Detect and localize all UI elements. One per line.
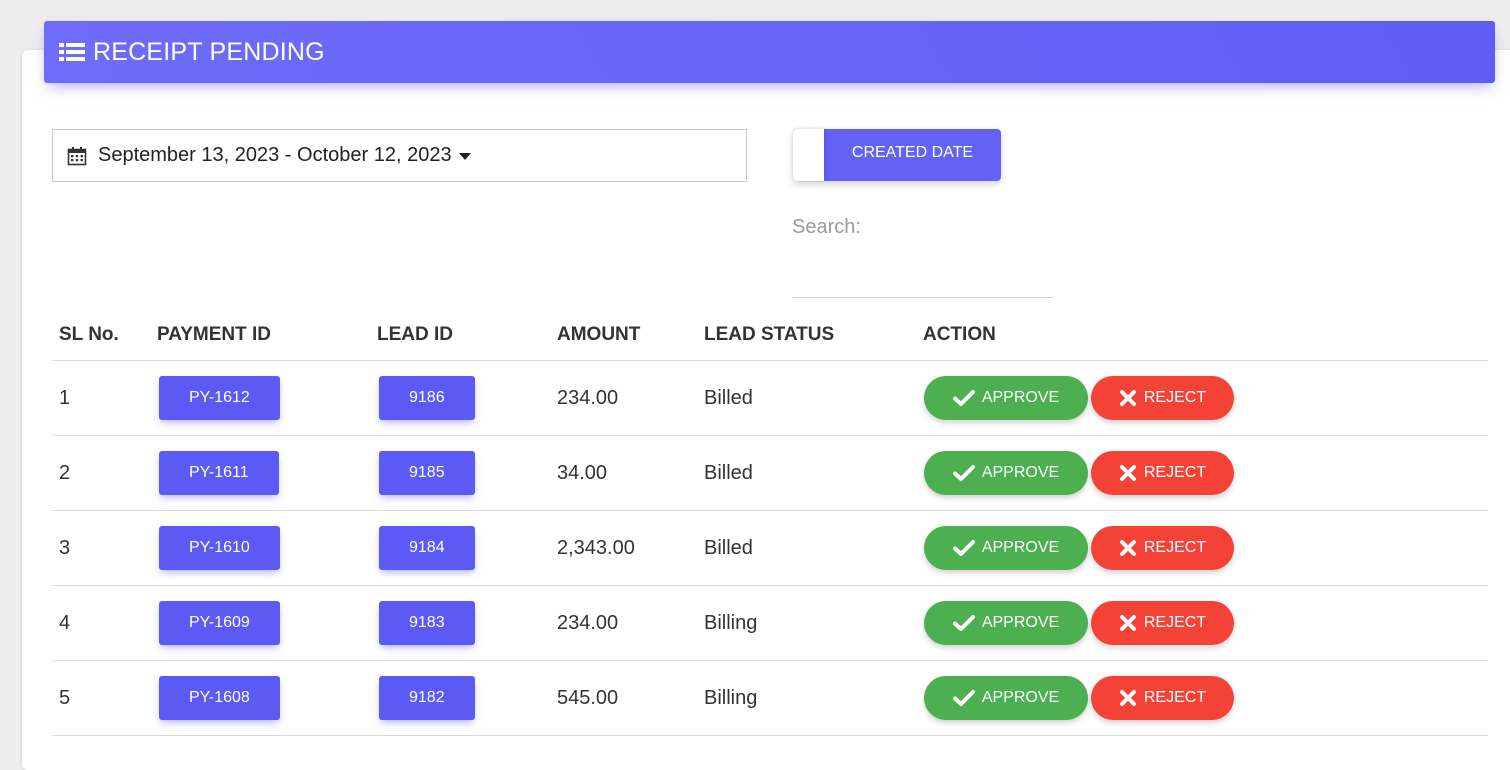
column-header-payment-id[interactable]: PAYMENT ID (157, 310, 377, 361)
date-range-text: September 13, 2023 - October 12, 2023 (98, 144, 452, 166)
close-icon (1119, 540, 1136, 556)
lead-id-cell: 9183 (377, 585, 557, 661)
sl-cell: 3 (52, 510, 157, 586)
payment-id-button[interactable]: PY-1609 (159, 601, 280, 645)
column-header-action: ACTION (923, 310, 1488, 361)
table-row: 1 PY-1612 9186 234.00 Billed APPROVE REJ… (52, 360, 1488, 436)
reject-label: REJECT (1143, 614, 1207, 631)
calendar-icon (67, 146, 87, 165)
reject-button[interactable]: REJECT (1091, 676, 1234, 720)
column-header-sl[interactable]: SL No. (52, 310, 157, 361)
column-header-amount[interactable]: AMOUNT (557, 310, 704, 361)
action-cell: APPROVE REJECT (923, 660, 1488, 736)
approve-button[interactable]: APPROVE (924, 601, 1088, 645)
sl-cell: 1 (52, 360, 157, 436)
check-icon (952, 540, 975, 556)
lead-id-cell: 9186 (377, 360, 557, 436)
reject-label: REJECT (1143, 464, 1207, 481)
lead-status-cell: Billed (704, 360, 923, 436)
lead-id-button[interactable]: 9182 (379, 676, 475, 720)
amount-cell: 2,343.00 (557, 510, 704, 586)
table-row: 5 PY-1608 9182 545.00 Billing APPROVE RE… (52, 660, 1488, 736)
action-cell: APPROVE REJECT (923, 360, 1488, 436)
sl-cell: 5 (52, 660, 157, 736)
payment-id-button[interactable]: PY-1612 (159, 376, 280, 420)
lead-id-cell: 9185 (377, 435, 557, 511)
reject-label: REJECT (1143, 689, 1207, 706)
reject-button[interactable]: REJECT (1091, 451, 1234, 495)
table-row: 2 PY-1611 9185 34.00 Billed APPROVE REJE… (52, 435, 1488, 511)
amount-cell: 234.00 (557, 585, 704, 661)
table-row: 3 PY-1610 9184 2,343.00 Billed APPROVE R… (52, 510, 1488, 586)
caret-down-icon (458, 153, 471, 160)
column-header-lead-status[interactable]: LEAD STATUS (704, 310, 923, 361)
list-icon (59, 43, 85, 61)
payment-id-button[interactable]: PY-1610 (159, 526, 280, 570)
check-icon (952, 465, 975, 481)
reject-label: REJECT (1143, 539, 1207, 556)
action-cell: APPROVE REJECT (923, 585, 1488, 661)
payment-id-cell: PY-1609 (157, 585, 377, 661)
reject-label: REJECT (1143, 389, 1207, 406)
lead-id-cell: 9184 (377, 510, 557, 586)
approve-button[interactable]: APPROVE (924, 676, 1088, 720)
table-row: 4 PY-1609 9183 234.00 Billing APPROVE RE… (52, 585, 1488, 661)
approve-button[interactable]: APPROVE (924, 526, 1088, 570)
action-cell: APPROVE REJECT (923, 510, 1488, 586)
payment-id-cell: PY-1610 (157, 510, 377, 586)
sl-cell: 2 (52, 435, 157, 511)
lead-id-button[interactable]: 9186 (379, 376, 475, 420)
card-header: RECEIPT PENDING (44, 21, 1495, 83)
payment-id-button[interactable]: PY-1611 (159, 451, 279, 495)
payment-id-button[interactable]: PY-1608 (159, 676, 280, 720)
close-icon (1119, 390, 1136, 406)
lead-status-cell: Billed (704, 435, 923, 511)
check-icon (952, 690, 975, 706)
reject-button[interactable]: REJECT (1091, 376, 1234, 420)
toggle-label: CREATED DATE (851, 144, 974, 161)
amount-cell: 545.00 (557, 660, 704, 736)
lead-id-button[interactable]: 9184 (379, 526, 475, 570)
close-icon (1119, 465, 1136, 481)
approve-label: APPROVE (981, 464, 1060, 481)
search-input[interactable] (792, 255, 1053, 298)
date-range-picker[interactable]: September 13, 2023 - October 12, 2023 (52, 129, 747, 182)
table-header-row: SL No. PAYMENT ID LEAD ID AMOUNT LEAD ST… (52, 310, 1488, 361)
payment-id-cell: PY-1611 (157, 435, 377, 511)
lead-id-cell: 9182 (377, 660, 557, 736)
toggle-knob[interactable] (793, 129, 824, 181)
lead-id-button[interactable]: 9183 (379, 601, 475, 645)
lead-status-cell: Billing (704, 660, 923, 736)
approve-label: APPROVE (981, 614, 1060, 631)
payment-id-cell: PY-1608 (157, 660, 377, 736)
approve-button[interactable]: APPROVE (924, 376, 1088, 420)
receipts-table: SL No. PAYMENT ID LEAD ID AMOUNT LEAD ST… (52, 310, 1488, 736)
amount-cell: 234.00 (557, 360, 704, 436)
approve-label: APPROVE (981, 689, 1060, 706)
created-date-toggle[interactable]: CREATED DATE (793, 129, 1001, 181)
approve-label: APPROVE (981, 389, 1060, 406)
close-icon (1119, 615, 1136, 631)
reject-button[interactable]: REJECT (1091, 526, 1234, 570)
action-cell: APPROVE REJECT (923, 435, 1488, 511)
column-header-lead-id[interactable]: LEAD ID (377, 310, 557, 361)
sl-cell: 4 (52, 585, 157, 661)
payment-id-cell: PY-1612 (157, 360, 377, 436)
check-icon (952, 615, 975, 631)
amount-cell: 34.00 (557, 435, 704, 511)
approve-button[interactable]: APPROVE (924, 451, 1088, 495)
check-icon (952, 390, 975, 406)
lead-id-button[interactable]: 9185 (379, 451, 475, 495)
search-label: Search: (792, 216, 861, 238)
reject-button[interactable]: REJECT (1091, 601, 1234, 645)
approve-label: APPROVE (981, 539, 1060, 556)
page-title: RECEIPT PENDING (93, 37, 325, 66)
lead-status-cell: Billing (704, 585, 923, 661)
close-icon (1119, 690, 1136, 706)
lead-status-cell: Billed (704, 510, 923, 586)
